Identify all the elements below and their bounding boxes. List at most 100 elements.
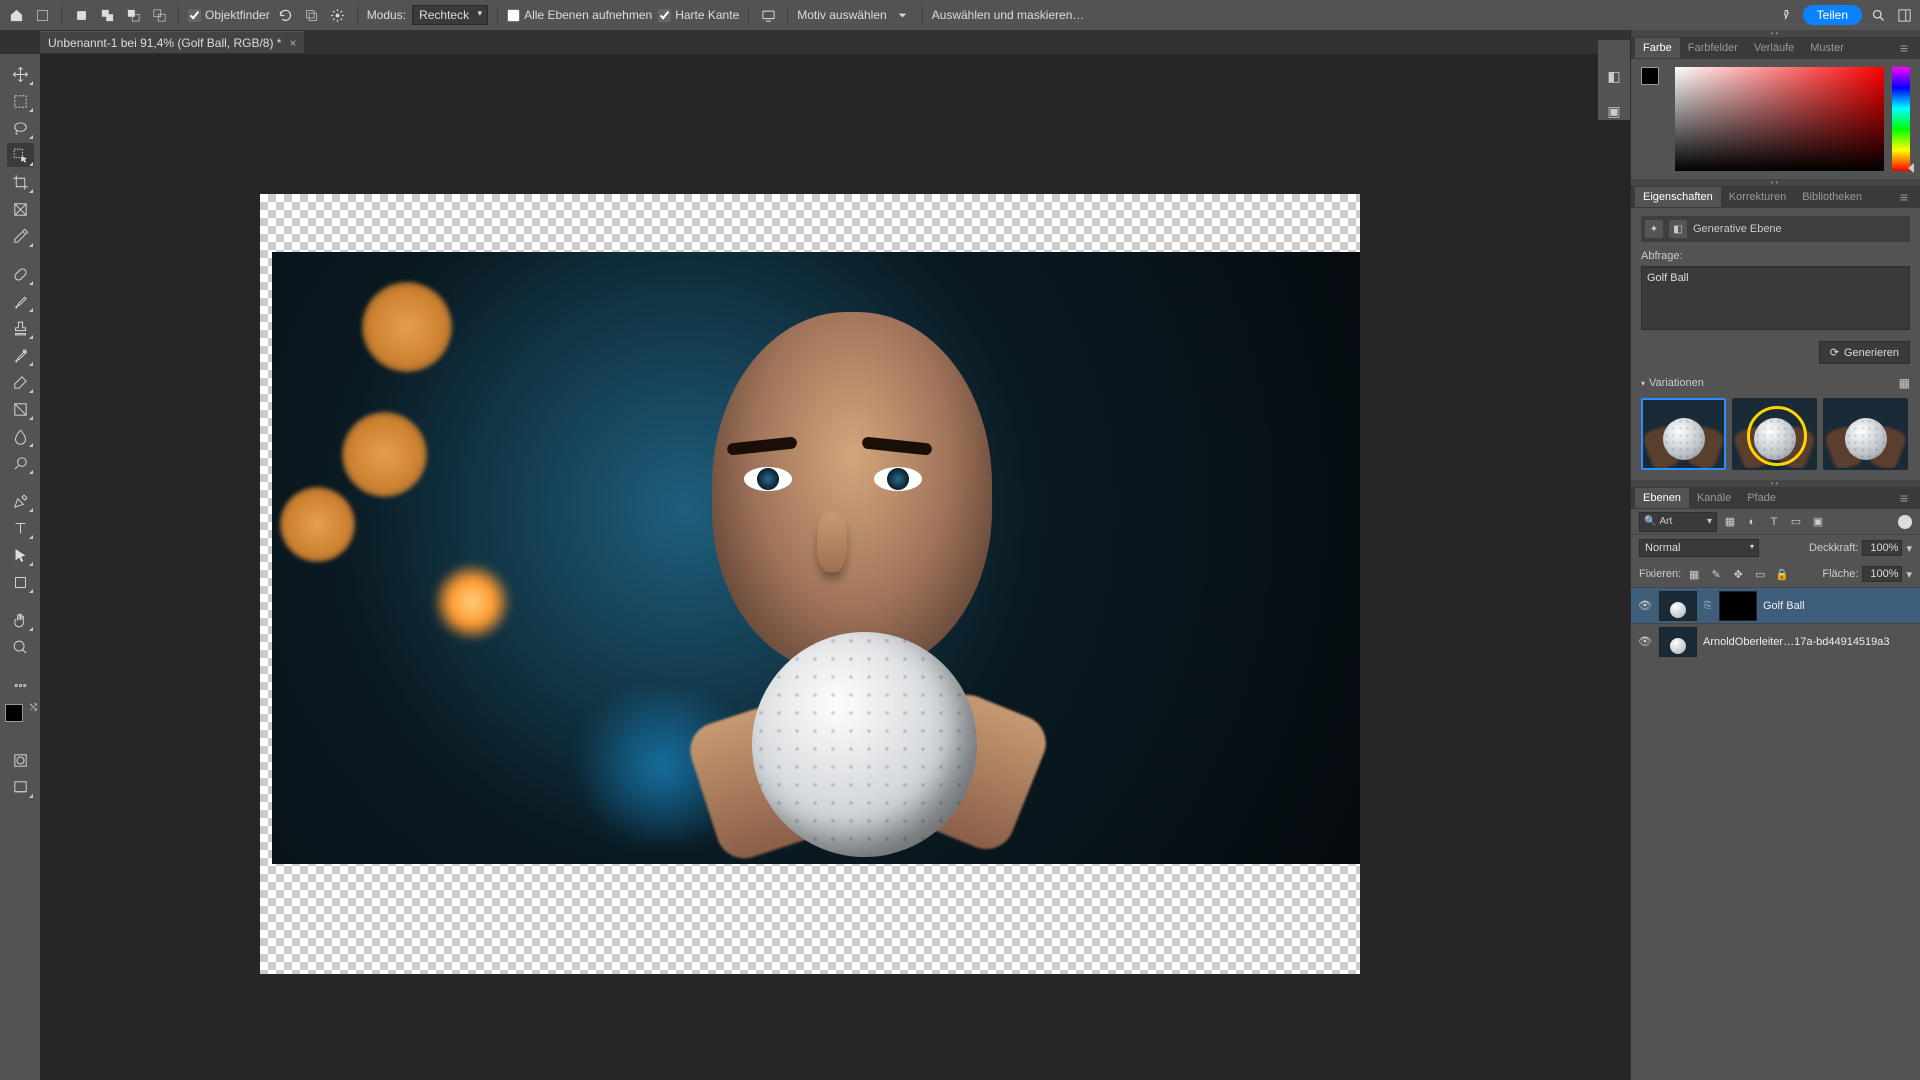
- filter-adjust-icon[interactable]: ◐: [1743, 513, 1761, 531]
- panel-color-swatches[interactable]: [1641, 67, 1667, 93]
- feedback-icon[interactable]: [758, 5, 778, 25]
- objectfinder-checkbox[interactable]: Objektfinder: [188, 8, 270, 22]
- variation-thumb-1[interactable]: [1641, 398, 1726, 470]
- tab-farbfelder[interactable]: Farbfelder: [1680, 38, 1746, 58]
- brush-tool[interactable]: [7, 289, 34, 313]
- lock-artboard-icon[interactable]: ▭: [1751, 565, 1769, 583]
- alert-icon[interactable]: [1777, 5, 1797, 25]
- add-selection-icon[interactable]: [97, 5, 117, 25]
- tab-farbe[interactable]: Farbe: [1635, 38, 1680, 58]
- variations-header[interactable]: ▾ Variationen ▦: [1631, 372, 1920, 394]
- filter-smart-icon[interactable]: ▣: [1809, 513, 1827, 531]
- gradient-tool[interactable]: [7, 397, 34, 421]
- canvas-area[interactable]: [40, 54, 1630, 1080]
- filter-pixel-icon[interactable]: ▦: [1721, 513, 1739, 531]
- layer-filter-dropdown[interactable]: 🔍Art▾: [1639, 512, 1717, 532]
- variation-thumb-2[interactable]: [1732, 398, 1817, 470]
- opacity-dropdown-icon[interactable]: ▾: [1906, 542, 1912, 555]
- refresh-icon[interactable]: [276, 5, 296, 25]
- document-tab[interactable]: Unbenannt-1 bei 91,4% (Golf Ball, RGB/8)…: [40, 31, 304, 53]
- edit-toolbar-icon[interactable]: [7, 673, 34, 697]
- overlay-icon[interactable]: [302, 5, 322, 25]
- prompt-input[interactable]: [1641, 266, 1910, 330]
- type-tool[interactable]: [7, 516, 34, 540]
- eraser-tool[interactable]: [7, 370, 34, 394]
- panel-handle[interactable]: [1631, 179, 1920, 186]
- tool-preset-icon[interactable]: [32, 5, 52, 25]
- color-ramp[interactable]: [1675, 67, 1884, 171]
- color-panel-menu-icon[interactable]: ≡: [1892, 36, 1916, 60]
- stamp-tool[interactable]: [7, 316, 34, 340]
- layer-thumbnail[interactable]: [1659, 627, 1697, 657]
- tab-kanaele[interactable]: Kanäle: [1689, 488, 1739, 508]
- marquee-tool[interactable]: [7, 89, 34, 113]
- panel-handle[interactable]: [1631, 30, 1920, 37]
- all-layers-checkbox[interactable]: Alle Ebenen aufnehmen: [507, 8, 652, 22]
- history-brush-tool[interactable]: [7, 343, 34, 367]
- blend-mode-dropdown[interactable]: Normal: [1639, 539, 1759, 557]
- tab-verlaeufe[interactable]: Verläufe: [1746, 38, 1802, 58]
- blur-tool[interactable]: [7, 424, 34, 448]
- zoom-tool[interactable]: [7, 635, 34, 659]
- search-icon[interactable]: [1868, 5, 1888, 25]
- hue-slider[interactable]: [1892, 67, 1910, 171]
- filter-shape-icon[interactable]: ▭: [1787, 513, 1805, 531]
- tab-eigenschaften[interactable]: Eigenschaften: [1635, 187, 1721, 207]
- path-select-tool[interactable]: [7, 543, 34, 567]
- generate-button[interactable]: ⟳Generieren: [1819, 341, 1910, 364]
- tab-bibliotheken[interactable]: Bibliotheken: [1794, 187, 1870, 207]
- fill-dropdown-icon[interactable]: ▾: [1906, 568, 1912, 581]
- lock-all-icon[interactable]: 🔒: [1773, 565, 1791, 583]
- tab-muster[interactable]: Muster: [1802, 38, 1852, 58]
- object-select-tool[interactable]: [7, 143, 34, 167]
- frame-tool[interactable]: [7, 197, 34, 221]
- layer-name[interactable]: ArnoldOberleiter…17a-bd44914519a3: [1703, 636, 1914, 648]
- select-subject-button[interactable]: Motiv auswählen: [797, 8, 886, 22]
- tab-korrekturen[interactable]: Korrekturen: [1721, 187, 1794, 207]
- lock-pixels-icon[interactable]: ✎: [1707, 565, 1725, 583]
- share-button[interactable]: Teilen: [1803, 5, 1862, 25]
- select-and-mask-button[interactable]: Auswählen und maskieren…: [932, 8, 1085, 22]
- color-swatches[interactable]: ⤭: [5, 704, 35, 734]
- close-tab-icon[interactable]: ×: [289, 36, 296, 50]
- filter-type-icon[interactable]: T: [1765, 513, 1783, 531]
- crop-tool[interactable]: [7, 170, 34, 194]
- quickmask-icon[interactable]: [7, 748, 34, 772]
- visibility-toggle-icon[interactable]: 👁: [1637, 635, 1653, 648]
- new-selection-icon[interactable]: [71, 5, 91, 25]
- subtract-selection-icon[interactable]: [123, 5, 143, 25]
- filter-toggle[interactable]: [1898, 515, 1912, 529]
- opacity-input[interactable]: 100%: [1862, 540, 1902, 556]
- hard-edge-checkbox[interactable]: Harte Kante: [658, 8, 739, 22]
- props-panel-menu-icon[interactable]: ≡: [1892, 185, 1916, 209]
- grid-view-icon[interactable]: ▦: [1899, 376, 1910, 390]
- visibility-toggle-icon[interactable]: 👁: [1637, 599, 1653, 612]
- tab-ebenen[interactable]: Ebenen: [1635, 488, 1689, 508]
- eyedropper-tool[interactable]: [7, 224, 34, 248]
- layers-panel-menu-icon[interactable]: ≡: [1892, 486, 1916, 510]
- layer-name[interactable]: Golf Ball: [1763, 600, 1914, 612]
- dock-info-icon[interactable]: ▣: [1607, 103, 1620, 120]
- layer-thumbnail[interactable]: [1659, 591, 1697, 621]
- lock-position-icon[interactable]: ✥: [1729, 565, 1747, 583]
- screenmode-icon[interactable]: [7, 775, 34, 799]
- gear-icon[interactable]: [328, 5, 348, 25]
- select-subject-dropdown-icon[interactable]: [893, 5, 913, 25]
- healing-tool[interactable]: [7, 262, 34, 286]
- layer-row[interactable]: 👁 ⎘ Golf Ball: [1631, 587, 1920, 623]
- modus-dropdown[interactable]: Rechteck: [412, 5, 488, 25]
- layer-mask-thumbnail[interactable]: [1719, 591, 1757, 621]
- variation-thumb-3[interactable]: [1823, 398, 1908, 470]
- pen-tool[interactable]: [7, 489, 34, 513]
- lasso-tool[interactable]: [7, 116, 34, 140]
- layer-row[interactable]: 👁 ArnoldOberleiter…17a-bd44914519a3: [1631, 623, 1920, 659]
- move-tool[interactable]: [7, 62, 34, 86]
- dodge-tool[interactable]: [7, 451, 34, 475]
- panel-handle[interactable]: [1631, 480, 1920, 487]
- hand-tool[interactable]: [7, 608, 34, 632]
- dock-histogram-icon[interactable]: ◧: [1607, 68, 1620, 85]
- tab-pfade[interactable]: Pfade: [1739, 488, 1784, 508]
- fill-input[interactable]: 100%: [1862, 566, 1902, 582]
- shape-tool[interactable]: [7, 570, 34, 594]
- home-icon[interactable]: [6, 5, 26, 25]
